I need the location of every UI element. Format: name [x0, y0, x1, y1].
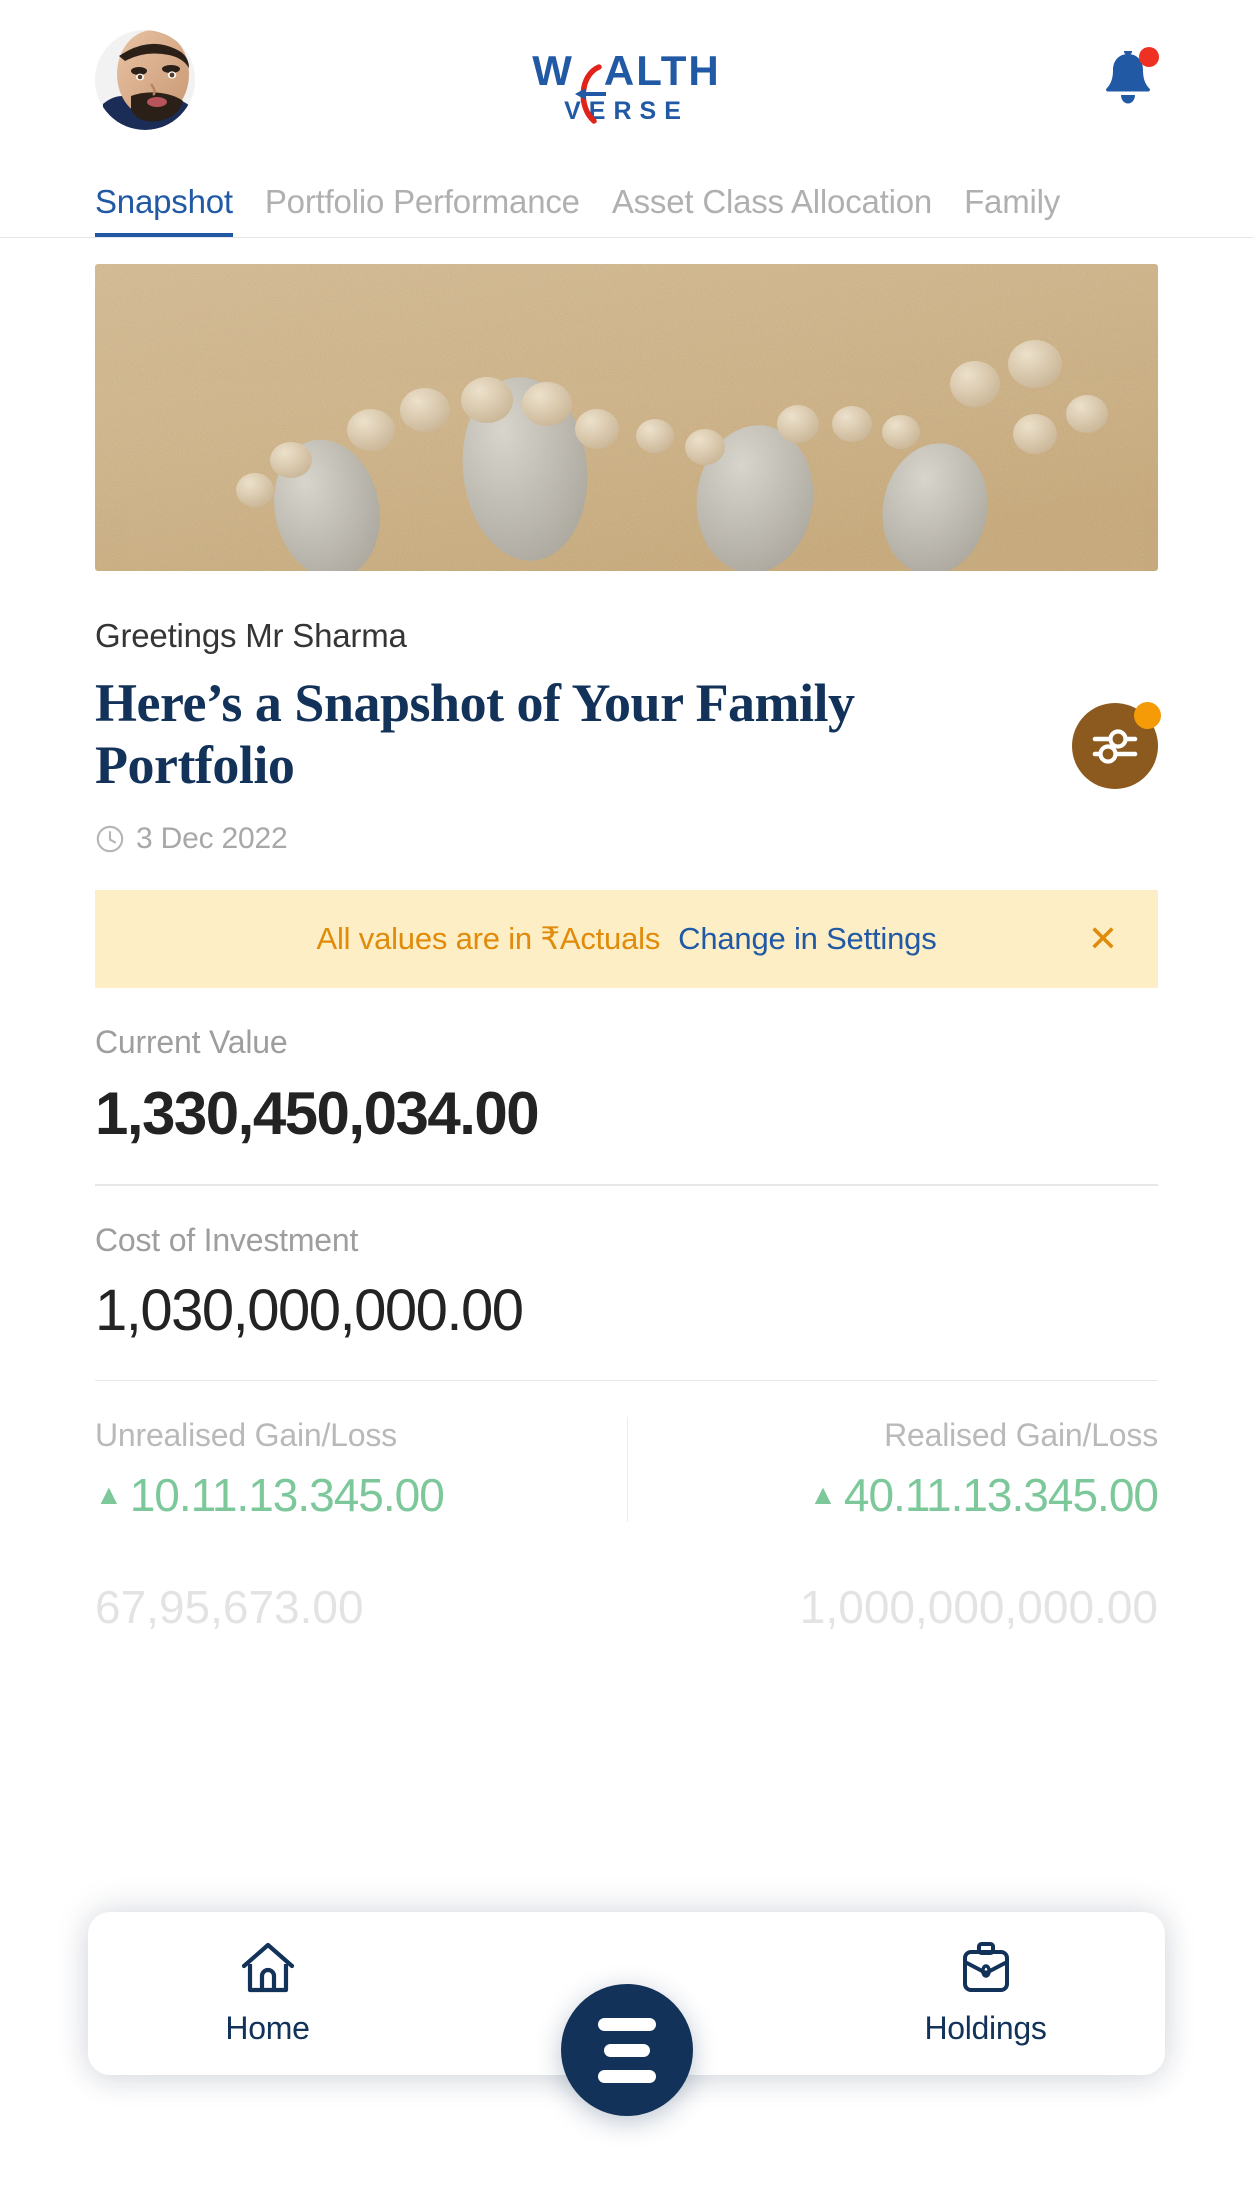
tab-label: Snapshot — [95, 183, 233, 220]
stat-value: 1,330,450,034.00 — [95, 1080, 540, 1148]
tab-label: Family — [964, 183, 1061, 220]
nav-item-holdings[interactable]: Holdings — [806, 1940, 1165, 2047]
nav-label: Holdings — [924, 2010, 1047, 2046]
settings-badge — [1134, 702, 1161, 729]
gl-label: Realised Gain/Loss — [884, 1417, 1158, 1454]
hero-banner — [95, 264, 1158, 571]
close-icon[interactable]: ✕ — [1088, 921, 1118, 957]
clock-icon — [96, 825, 124, 853]
unrealised-gain-loss: Unrealised Gain/Loss ▲ 10.11.13.345.00 — [95, 1417, 627, 1522]
tab-portfolio-performance[interactable]: Portfolio Performance — [265, 183, 580, 237]
obscured-right: 1,000,000,000.00 — [627, 1566, 1158, 1634]
trend-up-icon: ▲ — [809, 1479, 837, 1511]
logo-word-part1: W — [532, 47, 574, 94]
gl-value-wrap: ▲ 40.11.13.345.00 — [627, 1468, 1159, 1522]
snapshot-date: 3 Dec 2022 — [95, 822, 1158, 856]
trend-up-icon: ▲ — [95, 1479, 123, 1511]
date-label: 3 Dec 2022 — [136, 822, 288, 856]
stat-cost-of-investment: Cost of Investment 1,030,000,000.00 — [95, 1186, 1158, 1344]
greeting-text: Greetings Mr Sharma — [95, 617, 407, 654]
gain-loss-row: Unrealised Gain/Loss ▲ 10.11.13.345.00 R… — [95, 1381, 1159, 1523]
tab-asset-class-allocation[interactable]: Asset Class Allocation — [612, 183, 932, 237]
home-icon — [241, 1942, 294, 1993]
notice-settings-link[interactable]: Change in Settings — [678, 921, 937, 957]
main-content: Greetings Mr Sharma Here’s a Snapshot of… — [0, 264, 1253, 1634]
currency-notice-banner: All values are in ₹Actuals Change in Set… — [95, 890, 1158, 989]
logo-word-part2: ALTH — [603, 47, 721, 94]
app-header: W ALTH VERSE — [0, 0, 1253, 160]
obscured-stats-row: 67,95,673.00 1,000,000,000.00 — [95, 1522, 1158, 1634]
briefcase-icon — [962, 1942, 1009, 1992]
stat-value: 1,030,000,000.00 — [95, 1277, 524, 1343]
more-fab-button[interactable] — [560, 1984, 693, 2116]
headline-row: Here’s a Snapshot of Your Family Portfol… — [95, 655, 1161, 796]
notification-badge — [1139, 47, 1159, 67]
tab-family[interactable]: Family — [964, 183, 1060, 237]
obscured-left: 67,95,673.00 — [95, 1566, 627, 1634]
page-title: Here’s a Snapshot of Your Family Portfol… — [95, 673, 855, 795]
hero-image — [95, 264, 1158, 571]
obscured-value: 67,95,673.00 — [95, 1581, 364, 1634]
vertical-divider — [626, 1417, 628, 1523]
logo-arc-icon — [574, 64, 606, 124]
gl-label: Unrealised Gain/Loss — [95, 1417, 397, 1454]
avatar-image — [95, 30, 195, 130]
section-tabs[interactable]: Snapshot Portfolio Performance Asset Cla… — [0, 160, 1253, 238]
hamburger-icon-line — [597, 2069, 656, 2083]
gl-value: 10.11.13.345.00 — [129, 1469, 445, 1522]
notice-message: All values are in ₹Actuals — [316, 921, 661, 957]
stat-current-value: Current Value 1,330,450,034.00 — [95, 988, 1158, 1148]
tab-label: Asset Class Allocation — [611, 183, 933, 220]
portfolio-settings-button[interactable] — [1072, 702, 1161, 789]
gl-value-wrap: ▲ 10.11.13.345.00 — [95, 1468, 627, 1522]
nav-item-home[interactable]: Home — [88, 1940, 447, 2047]
sliders-icon — [1092, 729, 1138, 764]
tab-label: Portfolio Performance — [264, 183, 580, 220]
logo-wordmark: W ALTH — [532, 47, 721, 124]
tab-snapshot[interactable]: Snapshot — [95, 183, 233, 237]
stat-label: Cost of Investment — [95, 1221, 359, 1258]
realised-gain-loss: Realised Gain/Loss ▲ 40.11.13.345.00 — [627, 1417, 1159, 1522]
logo-subtitle: VERSE — [564, 97, 689, 125]
hamburger-icon-line — [603, 2043, 650, 2057]
avatar[interactable] — [95, 30, 195, 130]
notification-button[interactable] — [1098, 47, 1159, 111]
obscured-value: 1,000,000,000.00 — [799, 1581, 1158, 1634]
nav-label: Home — [225, 2010, 310, 2046]
hamburger-icon-line — [597, 2017, 656, 2031]
stat-label: Current Value — [95, 1024, 288, 1061]
gl-value: 40.11.13.345.00 — [843, 1469, 1159, 1522]
